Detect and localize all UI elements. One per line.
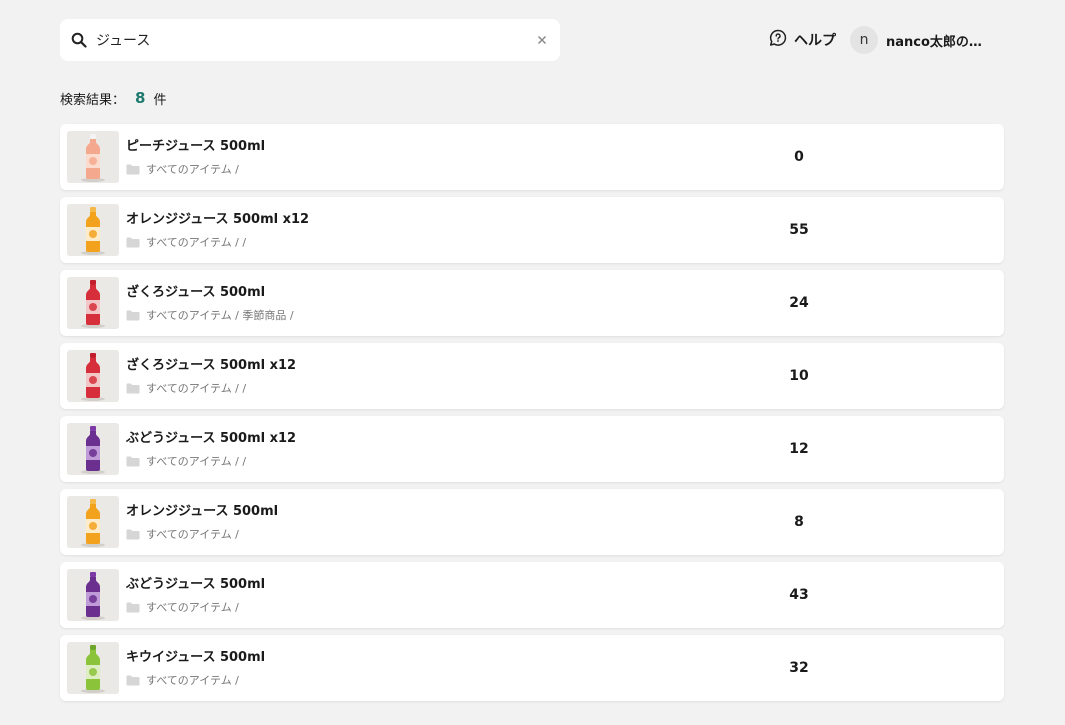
- help-button[interactable]: ヘルプ: [768, 28, 836, 52]
- folder-icon: [126, 456, 140, 467]
- search-input[interactable]: [96, 25, 534, 55]
- item-name: ざくろジュース 500ml: [126, 285, 266, 300]
- folder-icon: [126, 383, 140, 394]
- item-path: すべてのアイテム / /: [126, 453, 686, 469]
- item-path-text: すべてのアイテム / /: [146, 236, 247, 249]
- clear-search-icon[interactable]: [534, 32, 550, 48]
- product-thumbnail: [67, 131, 119, 183]
- user-menu[interactable]: n nanco太郎の…: [850, 25, 986, 55]
- folder-icon: [126, 602, 140, 613]
- item-path-text: すべてのアイテム /: [146, 674, 239, 687]
- item-name: キウイジュース 500ml: [126, 650, 266, 665]
- product-thumbnail: [67, 204, 119, 256]
- list-item[interactable]: ざくろジュース 500ml x12 すべてのアイテム / / 10: [60, 343, 1004, 409]
- list-item[interactable]: ぶどうジュース 500ml すべてのアイテム / 43: [60, 562, 1004, 628]
- search-box[interactable]: [60, 19, 560, 61]
- item-path: すべてのアイテム / 季節商品 /: [126, 307, 686, 323]
- list-item[interactable]: オレンジジュース 500ml x12 すべてのアイテム / / 55: [60, 197, 1004, 263]
- item-quantity: 43: [789, 587, 809, 603]
- item-path-text: すべてのアイテム /: [146, 163, 239, 176]
- item-quantity: 0: [794, 149, 804, 165]
- result-unit: 件: [153, 92, 167, 108]
- result-label: 検索結果：: [60, 92, 126, 108]
- item-quantity: 32: [789, 660, 809, 676]
- result-summary: 検索結果： 8 件: [60, 88, 166, 108]
- item-path: すべてのアイテム /: [126, 599, 686, 615]
- item-path: すべてのアイテム /: [126, 672, 686, 688]
- list-item[interactable]: ぶどうジュース 500ml x12 すべてのアイテム / / 12: [60, 416, 1004, 482]
- product-thumbnail: [67, 277, 119, 329]
- product-thumbnail: [67, 423, 119, 475]
- avatar: n: [850, 26, 878, 54]
- item-name: オレンジジュース 500ml x12: [126, 212, 310, 227]
- item-path-text: すべてのアイテム / /: [146, 455, 247, 468]
- item-quantity: 8: [794, 514, 804, 530]
- item-quantity: 24: [789, 295, 809, 311]
- folder-icon: [126, 237, 140, 248]
- item-quantity: 12: [789, 441, 809, 457]
- item-path-text: すべてのアイテム /: [146, 528, 239, 541]
- item-quantity: 55: [789, 222, 809, 238]
- user-name: nanco太郎の…: [886, 34, 982, 50]
- help-chat-icon: [768, 28, 788, 52]
- item-name: ざくろジュース 500ml x12: [126, 358, 297, 373]
- item-path-text: すべてのアイテム /: [146, 601, 239, 614]
- list-item[interactable]: キウイジュース 500ml すべてのアイテム / 32: [60, 635, 1004, 701]
- item-quantity: 10: [789, 368, 809, 384]
- search-icon: [70, 31, 88, 49]
- list-item[interactable]: ピーチジュース 500ml すべてのアイテム / 0: [60, 124, 1004, 190]
- product-thumbnail: [67, 350, 119, 402]
- item-path: すべてのアイテム / /: [126, 234, 686, 250]
- item-path-text: すべてのアイテム / 季節商品 /: [146, 309, 294, 322]
- item-path: すべてのアイテム /: [126, 161, 686, 177]
- folder-icon: [126, 675, 140, 686]
- list-item[interactable]: オレンジジュース 500ml すべてのアイテム / 8: [60, 489, 1004, 555]
- item-name: ぶどうジュース 500ml: [126, 577, 266, 592]
- item-path-text: すべてのアイテム / /: [146, 382, 247, 395]
- item-name: ピーチジュース 500ml: [126, 139, 266, 154]
- folder-icon: [126, 310, 140, 321]
- item-path: すべてのアイテム / /: [126, 380, 686, 396]
- product-thumbnail: [67, 496, 119, 548]
- help-label: ヘルプ: [794, 33, 836, 49]
- item-list: ピーチジュース 500ml すべてのアイテム / 0 オレンジジュース 500m…: [60, 124, 1004, 708]
- item-path: すべてのアイテム /: [126, 526, 686, 542]
- folder-icon: [126, 529, 140, 540]
- product-thumbnail: [67, 642, 119, 694]
- result-count: 8: [135, 89, 146, 107]
- folder-icon: [126, 164, 140, 175]
- item-name: ぶどうジュース 500ml x12: [126, 431, 297, 446]
- list-item[interactable]: ざくろジュース 500ml すべてのアイテム / 季節商品 / 24: [60, 270, 1004, 336]
- product-thumbnail: [67, 569, 119, 621]
- item-name: オレンジジュース 500ml: [126, 504, 279, 519]
